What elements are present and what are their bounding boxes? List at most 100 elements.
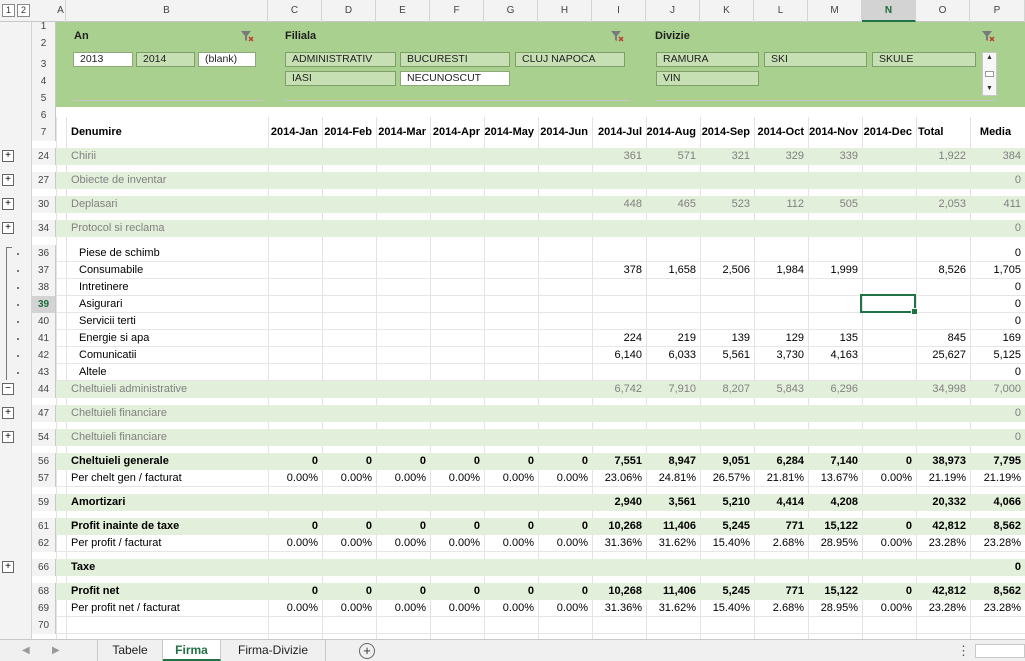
row-label[interactable]: Deplasari (71, 196, 117, 213)
cell-j68[interactable]: 11,406 (646, 583, 700, 600)
expand-group-button[interactable]: + (2, 174, 14, 186)
cell-f56[interactable]: 0 (430, 453, 484, 470)
row-header-1[interactable]: 1 (32, 22, 56, 32)
slicer-item-ramura[interactable]: RAMURA (656, 52, 759, 67)
collapse-group-button[interactable]: − (2, 383, 14, 395)
cell-p27[interactable]: 0 (970, 172, 1025, 189)
cell-e68[interactable]: 0 (376, 583, 430, 600)
cell-l24[interactable]: 329 (754, 148, 808, 165)
cell-i24[interactable]: 361 (592, 148, 646, 165)
cell-k61[interactable]: 5,245 (700, 518, 754, 535)
cell-m69[interactable]: 28.95% (808, 600, 862, 617)
row-label[interactable]: Cheltuieli financiare (71, 405, 167, 422)
column-header-e[interactable]: E (376, 0, 430, 22)
cell-h57[interactable]: 0.00% (538, 470, 592, 487)
cell-p34[interactable]: 0 (970, 220, 1025, 237)
row-label[interactable]: Comunicatii (79, 347, 136, 364)
cell-d57[interactable]: 0.00% (322, 470, 376, 487)
row-header-4[interactable]: 4 (32, 73, 56, 90)
column-header-c[interactable]: C (268, 0, 322, 22)
cell-p57[interactable]: 21.19% (970, 470, 1025, 487)
row-header-41[interactable]: 41 (32, 330, 56, 347)
slicer-scrollbar[interactable]: ▲ ▼ (982, 52, 997, 96)
cell-h56[interactable]: 0 (538, 453, 592, 470)
cell-m41[interactable]: 135 (808, 330, 862, 347)
cell-e56[interactable]: 0 (376, 453, 430, 470)
slicer-item-2013[interactable]: 2013 (73, 52, 133, 67)
row-header-39[interactable]: 39 (32, 296, 56, 313)
row-header-2[interactable]: 2 (32, 31, 56, 57)
tab-firma-divizie[interactable]: Firma-Divizie (221, 640, 326, 661)
cell-p54[interactable]: 0 (970, 429, 1025, 446)
cell-o62[interactable]: 23.28% (916, 535, 970, 552)
column-header-j[interactable]: J (646, 0, 700, 22)
column-header-l[interactable]: L (754, 0, 808, 22)
cell-m37[interactable]: 1,999 (808, 262, 862, 279)
cell-i44[interactable]: 6,742 (592, 381, 646, 398)
cell-j57[interactable]: 24.81% (646, 470, 700, 487)
row-label[interactable]: Cheltuieli administrative (71, 381, 187, 398)
column-header-f[interactable]: F (430, 0, 484, 22)
cell-o44[interactable]: 34,998 (916, 381, 970, 398)
row-label[interactable]: Profit inainte de taxe (71, 518, 179, 535)
cell-l30[interactable]: 112 (754, 196, 808, 213)
cell-e61[interactable]: 0 (376, 518, 430, 535)
cell-i42[interactable]: 6,140 (592, 347, 646, 364)
cell-j62[interactable]: 31.62% (646, 535, 700, 552)
expand-group-button[interactable]: + (2, 198, 14, 210)
cell-o56[interactable]: 38,973 (916, 453, 970, 470)
row-label[interactable]: Per chelt gen / facturat (71, 470, 182, 487)
cell-d68[interactable]: 0 (322, 583, 376, 600)
row-header-47[interactable]: 47 (32, 405, 56, 422)
tab-scroll-right-icon[interactable]: ▶ (52, 640, 60, 661)
row-header-7[interactable]: 7 (32, 124, 56, 141)
column-header-a[interactable]: A (56, 0, 66, 22)
cell-f61[interactable]: 0 (430, 518, 484, 535)
cell-c68[interactable]: 0 (268, 583, 322, 600)
cell-l56[interactable]: 6,284 (754, 453, 808, 470)
row-header-30[interactable]: 30 (32, 196, 56, 213)
row-label[interactable]: Per profit net / facturat (71, 600, 180, 617)
cell-l69[interactable]: 2.68% (754, 600, 808, 617)
cell-i41[interactable]: 224 (592, 330, 646, 347)
slicer-item-2014[interactable]: 2014 (136, 52, 195, 67)
row-label[interactable]: Asigurari (79, 296, 122, 313)
cell-f68[interactable]: 0 (430, 583, 484, 600)
cell-l37[interactable]: 1,984 (754, 262, 808, 279)
row-header-68[interactable]: 68 (32, 583, 56, 600)
row-label[interactable]: Altele (79, 364, 107, 381)
cell-l61[interactable]: 771 (754, 518, 808, 535)
slicer-item-administrativ[interactable]: ADMINISTRATIV (285, 52, 396, 67)
row-header-62[interactable]: 62 (32, 535, 56, 552)
cell-o30[interactable]: 2,053 (916, 196, 970, 213)
cell-m59[interactable]: 4,208 (808, 494, 862, 511)
cell-o24[interactable]: 1,922 (916, 148, 970, 165)
cell-k44[interactable]: 8,207 (700, 381, 754, 398)
cell-f57[interactable]: 0.00% (430, 470, 484, 487)
cell-n61[interactable]: 0 (862, 518, 916, 535)
row-header-27[interactable]: 27 (32, 172, 56, 189)
cell-l42[interactable]: 3,730 (754, 347, 808, 364)
cell-j37[interactable]: 1,658 (646, 262, 700, 279)
cell-l59[interactable]: 4,414 (754, 494, 808, 511)
cell-p69[interactable]: 23.28% (970, 600, 1025, 617)
cell-g57[interactable]: 0.00% (484, 470, 538, 487)
cell-k62[interactable]: 15.40% (700, 535, 754, 552)
row-label[interactable]: Profit net (71, 583, 119, 600)
cell-e62[interactable]: 0.00% (376, 535, 430, 552)
cell-p41[interactable]: 169 (970, 330, 1025, 347)
cell-m57[interactable]: 13.67% (808, 470, 862, 487)
row-label[interactable]: Chirii (71, 148, 96, 165)
cell-k56[interactable]: 9,051 (700, 453, 754, 470)
row-header-61[interactable]: 61 (32, 518, 56, 535)
cell-j59[interactable]: 3,561 (646, 494, 700, 511)
cell-o37[interactable]: 8,526 (916, 262, 970, 279)
cell-c56[interactable]: 0 (268, 453, 322, 470)
cell-i37[interactable]: 378 (592, 262, 646, 279)
more-options-icon[interactable]: ⋮ (957, 640, 970, 661)
cell-p61[interactable]: 8,562 (970, 518, 1025, 535)
row-header-56[interactable]: 56 (32, 453, 56, 470)
slicer-item-ski[interactable]: SKI (764, 52, 867, 67)
row-label[interactable]: Servicii terti (79, 313, 136, 330)
outline-level-1-button[interactable]: 1 (2, 4, 15, 17)
